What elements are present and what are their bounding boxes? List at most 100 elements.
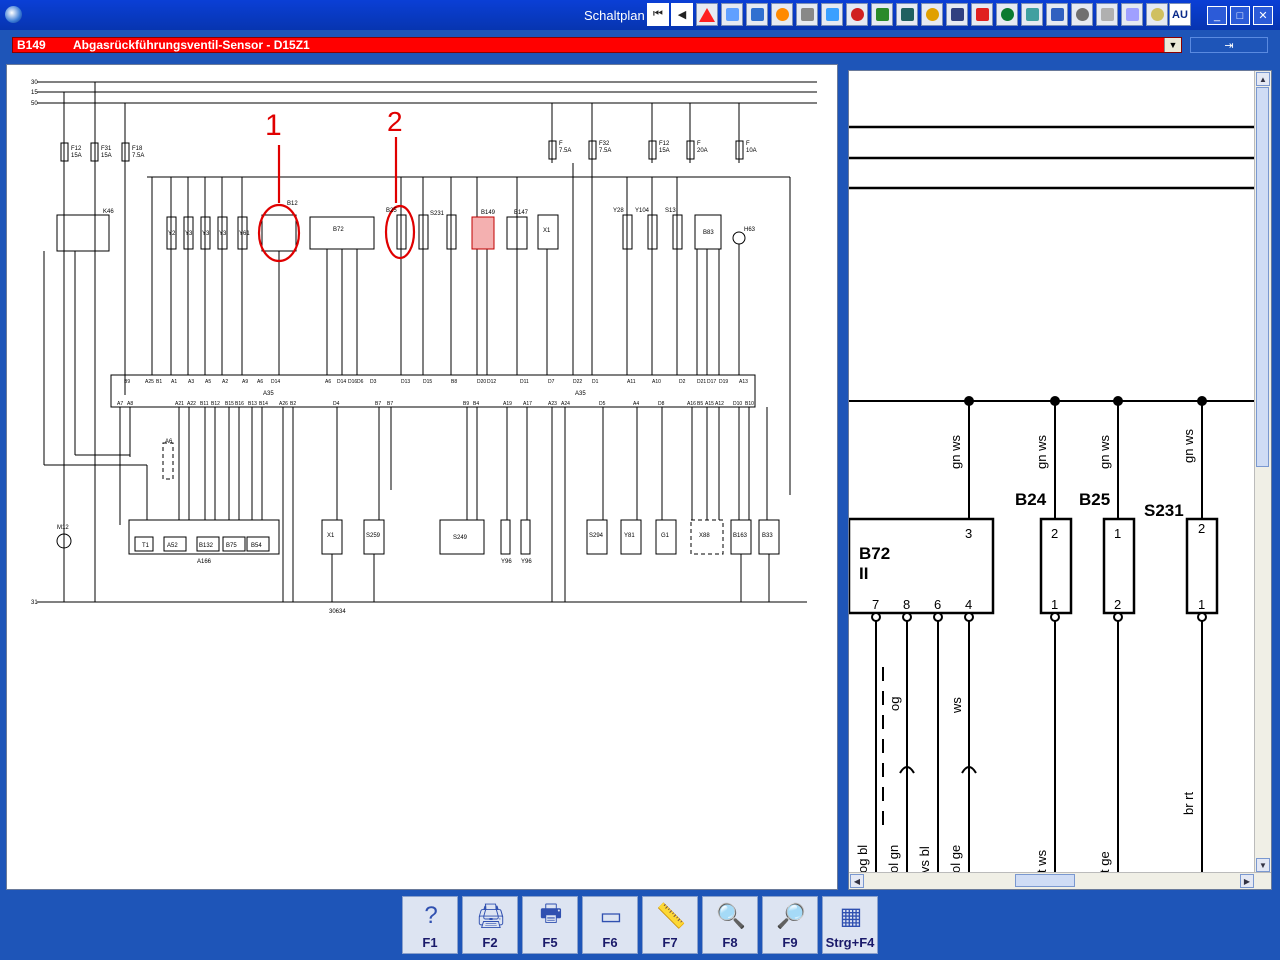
split-view-button[interactable]: ⇥ [1190,37,1268,53]
chart-icon[interactable] [1121,3,1143,26]
function-key-f1[interactable]: ? F1 [402,896,458,954]
component-label: Y96 [501,559,512,565]
component-label: B12 [287,201,298,207]
maximize-button[interactable]: □ [1230,6,1250,25]
component-label: M12 [57,525,69,531]
wire-color: gn ws [1181,429,1196,463]
component-label: Y28 [613,208,624,214]
tool-icon[interactable] [946,3,968,26]
component-label: S249 [453,535,468,541]
fuse-icon[interactable] [746,3,768,26]
connector-icon[interactable] [771,3,793,26]
wire-color: ol ge [948,845,963,873]
app-logo-icon [5,6,22,23]
component-label: B25 [386,208,397,214]
horizontal-scrollbar[interactable]: ◀ ▶ [849,872,1271,889]
component-select[interactable]: B149 Abgasrückführungsventil-Sensor - D1… [12,37,1182,53]
hand-icon[interactable] [1021,3,1043,26]
wiring-diagram: 1 2 30 15 50 31 F12 15A F31 15A F18 7.5A… [31,80,817,615]
scroll-up-icon[interactable]: ▲ [1256,72,1270,86]
ecu-pin-label: A6 [325,379,331,385]
ecu-pin-label: D4 [333,401,340,407]
page-number: 30634 [329,609,346,615]
pin-number: 1 [1198,597,1205,612]
component-icon-glyph [725,8,739,21]
fuse-rating: 7.5A [559,148,571,154]
earth-icon[interactable] [921,3,943,26]
relay-icon[interactable] [846,3,868,26]
scroll-left-icon[interactable]: ◀ [850,874,864,888]
fuse-label: F32 [599,141,610,147]
zoom-diagram: gn ws gn ws gn ws gn ws og ws br rt og b… [849,125,1255,873]
component-label: B163 [733,533,748,539]
scroll-right-icon[interactable]: ▶ [1240,874,1254,888]
zoom-in-icon: 🔍 [716,902,746,930]
function-key-f7[interactable]: 📏 F7 [642,896,698,954]
ecu-pin-label: A11 [627,379,636,385]
vertical-scrollbar[interactable]: ▲ ▼ [1254,71,1271,873]
warning-icon[interactable] [696,3,718,26]
wire-color: og bl [855,845,870,873]
grid-icon: ▦ [839,902,863,930]
zoom-out-icon: 🔎 [776,902,806,930]
ecu-pin-label: A16 [687,401,696,407]
wiring-icon[interactable] [821,3,843,26]
gauge-icon[interactable] [796,3,818,26]
check-icon[interactable] [1071,3,1093,26]
ecu-pin-label: A15 [705,401,714,407]
scroll-down-icon[interactable]: ▼ [1256,858,1270,872]
ecu-pin-label: D5 [599,401,606,407]
function-key-f2[interactable]: 🖨 F2 [462,896,518,954]
component-label: A52 [167,543,178,549]
component-label: T1 [142,543,150,549]
ecu-pin-label: B8 [451,379,457,385]
ecu-pin-label: B1 [156,379,162,385]
ground-icon[interactable] [871,3,893,26]
function-key-f8[interactable]: 🔍 F8 [702,896,758,954]
function-key-f5[interactable]: 🖶 F5 [522,896,578,954]
function-key-f9[interactable]: 🔎 F9 [762,896,818,954]
ecu-pin-label: B13 [248,401,257,407]
function-key-label: F9 [782,935,798,950]
zoom-panel[interactable]: gn ws gn ws gn ws gn ws og ws br rt og b… [848,70,1272,890]
nav-back-button[interactable]: ◀ [671,3,693,26]
window-title: Schaltplan [584,8,645,23]
function-key-f6[interactable]: ▭ F6 [582,896,638,954]
ecu-pin-label: D14 [337,379,346,385]
car-icon[interactable] [1046,3,1068,26]
component-icon[interactable] [721,3,743,26]
check-icon-glyph [1075,8,1089,21]
annotation-2: 2 [387,106,403,137]
minimize-button[interactable]: _ [1207,6,1227,25]
rail-label-50: 50 [31,101,38,107]
alarm-icon[interactable] [1096,3,1118,26]
pin-number: 7 [872,597,879,612]
wire-color: ws [949,697,964,714]
signal-icon[interactable] [971,3,993,26]
vertical-scroll-thumb[interactable] [1256,87,1269,467]
pin-number: 2 [1198,521,1205,536]
ruler-icon: 📏 [656,902,686,930]
tool2-icon[interactable] [996,3,1018,26]
wiring-diagram-panel[interactable]: 1 2 30 15 50 31 F12 15A F31 15A F18 7.5A… [6,64,838,890]
ecu-pin-label: A7 [117,401,123,407]
language-button[interactable]: AU [1169,3,1191,26]
close-button[interactable]: ✕ [1253,6,1273,25]
nav-first-button[interactable]: ⏮ [647,3,669,26]
component-label: B54 [251,543,262,549]
warning-icon-glyph [699,7,715,22]
horizontal-scroll-thumb[interactable] [1015,874,1075,887]
ecu-pin-label: D11 [520,379,529,385]
list-icon[interactable] [1146,3,1168,26]
function-key-label: F6 [602,935,618,950]
chevron-down-icon[interactable]: ▼ [1164,38,1181,52]
case-icon-glyph [900,8,914,21]
fuse-label: F31 [101,146,112,152]
pin-number: 1 [1051,597,1058,612]
wire-color: vs bl [917,846,932,873]
case-icon[interactable] [896,3,918,26]
function-key-strg-f4[interactable]: ▦ Strg+F4 [822,896,878,954]
ecu-pin-label: B12 [211,401,220,407]
ecu-label: A35 [575,391,586,397]
ecu-pin-label: D13 [401,379,410,385]
